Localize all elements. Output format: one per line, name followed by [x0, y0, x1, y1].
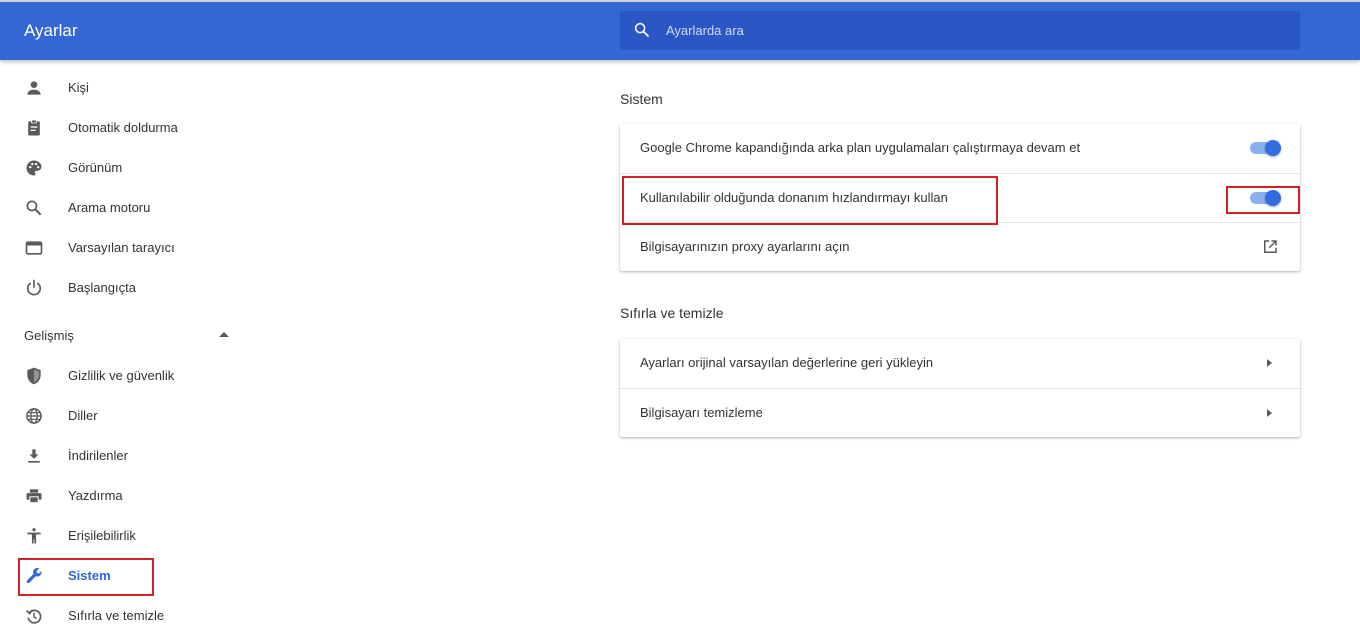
hardware-acceleration-toggle[interactable]: [1250, 190, 1281, 206]
settings-page: Ayarlar Kişi Otomatik doldurma Görünüm A…: [0, 0, 1360, 642]
setting-row-cleanup-computer[interactable]: Bilgisayarı temizleme: [620, 388, 1300, 437]
sidebar-item-label: Kişi: [68, 80, 89, 95]
sidebar-item-reset[interactable]: Sıfırla ve temizle: [0, 596, 260, 636]
background-apps-toggle[interactable]: [1250, 140, 1281, 156]
sidebar-item-default-browser[interactable]: Varsayılan tarayıcı: [0, 228, 260, 268]
printer-icon: [26, 489, 42, 504]
sidebar-item-label: Görünüm: [68, 160, 123, 175]
sidebar-item-autofill[interactable]: Otomatik doldurma: [0, 108, 260, 148]
restore-icon: [25, 609, 42, 624]
arrow-up-icon: [219, 332, 229, 337]
sidebar-item-label: Erişilebilirlik: [68, 528, 136, 543]
section-title-system: Sistem: [620, 91, 663, 107]
browser-icon: [25, 241, 43, 255]
globe-icon: [26, 408, 42, 424]
sidebar-item-label: Arama motoru: [68, 200, 151, 215]
sidebar-item-system[interactable]: Sistem: [0, 556, 260, 596]
sidebar-item-label: Sıfırla ve temizle: [68, 608, 165, 623]
palette-icon: [26, 160, 42, 176]
download-icon: [28, 449, 40, 463]
sidebar-item-label: Varsayılan tarayıcı: [68, 240, 175, 255]
search-input[interactable]: [666, 11, 1266, 50]
setting-label: Bilgisayarı temizleme: [640, 405, 763, 420]
top-toolbar: Ayarlar: [0, 2, 1360, 60]
person-icon: [27, 81, 41, 95]
sidebar-item-label: Diller: [68, 408, 98, 423]
page-title: Ayarlar: [24, 21, 78, 40]
chevron-right-icon[interactable]: [1267, 359, 1272, 367]
sidebar-item-label: İndirilenler: [68, 448, 128, 463]
wrench-icon: [26, 567, 42, 584]
section-title-reset: Sıfırla ve temizle: [620, 305, 724, 321]
setting-row-proxy[interactable]: Bilgisayarınızın proxy ayarlarını açın: [620, 222, 1300, 271]
chevron-right-icon[interactable]: [1267, 409, 1272, 417]
clipboard-icon: [28, 119, 40, 136]
sidebar-item-appearance[interactable]: Görünüm: [0, 148, 260, 188]
toggle-knob: [1265, 140, 1281, 156]
search-icon: [26, 200, 42, 216]
sidebar-item-on-startup[interactable]: Başlangıçta: [0, 268, 260, 308]
setting-row-hardware-acceleration[interactable]: Kullanılabilir olduğunda donanım hızland…: [620, 173, 1300, 222]
advanced-section-toggle[interactable]: Gelişmiş: [0, 316, 260, 356]
search-icon: [634, 22, 649, 37]
sidebar-item-label: Sistem: [68, 568, 111, 583]
setting-label: Kullanılabilir olduğunda donanım hızland…: [640, 190, 948, 205]
sidebar-item-downloads[interactable]: İndirilenler: [0, 436, 260, 476]
sidebar-item-label: Gizlilik ve güvenlik: [68, 368, 175, 383]
toggle-knob: [1265, 190, 1281, 206]
sidebar-item-printing[interactable]: Yazdırma: [0, 476, 260, 516]
power-icon: [26, 279, 42, 296]
shield-icon: [27, 367, 41, 385]
setting-label: Google Chrome kapandığında arka plan uyg…: [640, 140, 1081, 155]
advanced-label: Gelişmiş: [24, 328, 74, 343]
sidebar-item-search-engine[interactable]: Arama motoru: [0, 188, 260, 228]
sidebar-item-label: Başlangıçta: [68, 280, 136, 295]
reset-settings-card: Ayarları orijinal varsayılan değerlerine…: [620, 339, 1300, 437]
accessibility-icon: [27, 528, 41, 544]
external-link-icon[interactable]: [1261, 238, 1279, 256]
sidebar-item-label: Otomatik doldurma: [68, 120, 178, 135]
setting-label: Ayarları orijinal varsayılan değerlerine…: [640, 355, 934, 370]
sidebar-item-accessibility[interactable]: Erişilebilirlik: [0, 516, 260, 556]
sidebar-item-languages[interactable]: Diller: [0, 396, 260, 436]
search-box[interactable]: [620, 11, 1300, 50]
setting-row-background-apps[interactable]: Google Chrome kapandığında arka plan uyg…: [620, 124, 1300, 173]
sidebar-item-label: Yazdırma: [68, 488, 123, 503]
setting-label: Bilgisayarınızın proxy ayarlarını açın: [640, 239, 850, 254]
sidebar-item-privacy[interactable]: Gizlilik ve güvenlik: [0, 356, 260, 396]
sidebar-item-person[interactable]: Kişi: [0, 68, 260, 108]
system-settings-card: Google Chrome kapandığında arka plan uyg…: [620, 124, 1300, 271]
setting-row-restore-defaults[interactable]: Ayarları orijinal varsayılan değerlerine…: [620, 339, 1300, 388]
